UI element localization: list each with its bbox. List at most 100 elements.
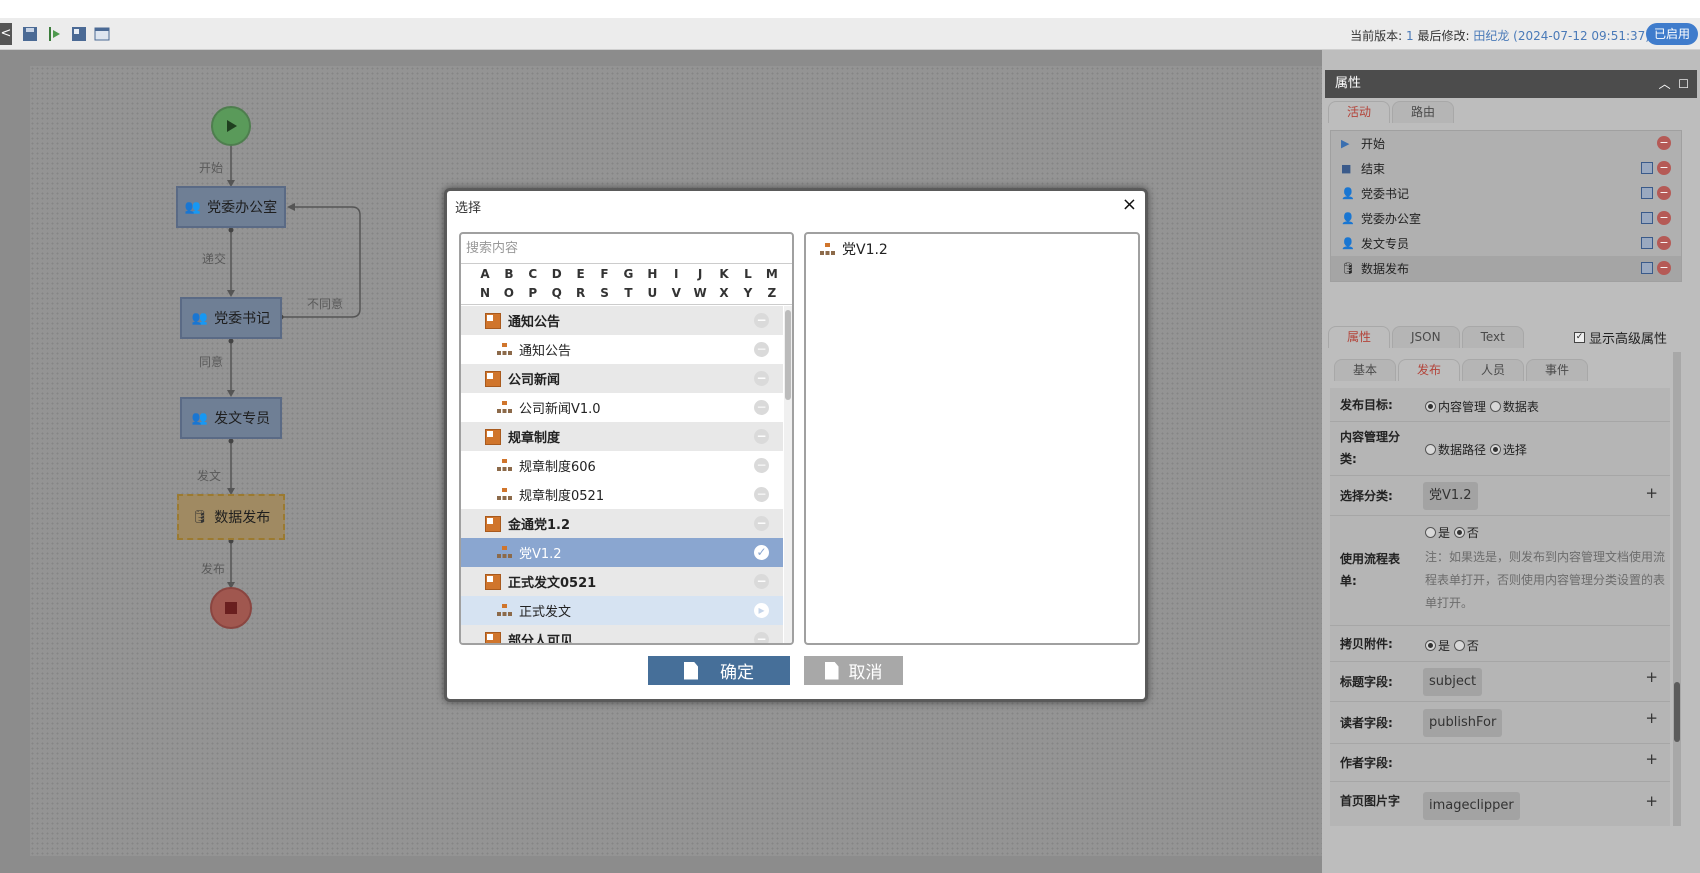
collapse-icon[interactable]: − — [754, 313, 769, 328]
tab-people[interactable]: 人员 — [1462, 359, 1525, 381]
category-chip[interactable]: 党V1.2 — [1423, 482, 1478, 510]
tree-item[interactable]: 党V1.2 ✓ — [461, 538, 783, 567]
show-advanced[interactable]: ✓ 显示高级属性 — [1574, 328, 1667, 347]
status-badge[interactable]: 已启用 — [1645, 23, 1698, 45]
tree-item[interactable]: 规章制度606 − — [461, 451, 783, 480]
letter-filter[interactable]: X — [714, 284, 734, 303]
delete-icon[interactable]: − — [1657, 261, 1671, 275]
radio-data-path[interactable] — [1425, 444, 1436, 455]
copy-icon[interactable] — [1641, 212, 1653, 224]
letter-filter[interactable]: L — [738, 265, 758, 284]
add-icon[interactable]: + — [1645, 792, 1658, 810]
letter-filter[interactable]: M — [762, 265, 782, 284]
tree-group[interactable]: 规章制度 − — [461, 422, 783, 451]
reader-chip[interactable]: publishFor — [1423, 709, 1503, 737]
add-icon[interactable]: + — [1645, 709, 1658, 727]
copy-icon[interactable] — [1641, 187, 1653, 199]
close-icon[interactable]: × — [1122, 194, 1137, 215]
letter-filter[interactable]: C — [523, 265, 543, 284]
letter-filter[interactable]: F — [595, 265, 615, 284]
tab-json[interactable]: JSON — [1392, 326, 1460, 348]
tree-group[interactable]: 正式发文0521 − — [461, 567, 783, 596]
tab-events[interactable]: 事件 — [1526, 359, 1589, 381]
copy-icon[interactable] — [1641, 237, 1653, 249]
tab-activity[interactable]: 活动 — [1328, 101, 1391, 123]
collapse-icon[interactable]: − — [754, 632, 769, 643]
collapse-icon[interactable]: − — [754, 342, 769, 357]
letter-filter[interactable]: K — [714, 265, 734, 284]
tab-basic[interactable]: 基本 — [1334, 359, 1397, 381]
add-icon[interactable]: + — [1645, 668, 1658, 686]
radio-yes[interactable] — [1425, 640, 1436, 651]
maximize-icon[interactable]: ☐ — [1678, 77, 1689, 91]
delete-icon[interactable]: − — [1657, 136, 1671, 150]
scroll-thumb[interactable] — [785, 310, 791, 400]
collapse-icon[interactable]: − — [754, 371, 769, 386]
letter-filter[interactable]: E — [571, 265, 591, 284]
title-chip[interactable]: subject — [1423, 668, 1483, 696]
tree-group[interactable]: 公司新闻 − — [461, 364, 783, 393]
tree-item[interactable]: 公司新闻V1.0 − — [461, 393, 783, 422]
letter-filter[interactable]: S — [595, 284, 615, 303]
letter-filter[interactable]: R — [571, 284, 591, 303]
list-item[interactable]: 👤 党委书记 − — [1331, 181, 1681, 206]
image-chip[interactable]: imageclipper — [1423, 792, 1520, 820]
flow-node-secretary[interactable]: 👥 党委书记 — [180, 297, 282, 339]
letter-filter[interactable]: Q — [547, 284, 567, 303]
letter-filter[interactable]: P — [523, 284, 543, 303]
delete-icon[interactable]: − — [1657, 161, 1671, 175]
radio-no[interactable] — [1453, 527, 1465, 538]
expand-icon[interactable]: ▸ — [754, 603, 769, 618]
list-item[interactable]: 👤 发文专员 − — [1331, 231, 1681, 256]
collapse-icon[interactable]: − — [754, 400, 769, 415]
copy-icon[interactable] — [1641, 162, 1653, 174]
letter-filter[interactable]: T — [618, 284, 638, 303]
form-scrollbar[interactable] — [1673, 352, 1681, 826]
radio-select[interactable] — [1489, 444, 1501, 455]
list-item[interactable]: ■ 结束 − — [1331, 156, 1681, 181]
flow-node-publisher[interactable]: 👥 发文专员 — [180, 397, 282, 439]
list-item[interactable]: ▶ 开始 − — [1331, 131, 1681, 156]
delete-icon[interactable]: − — [1657, 236, 1671, 250]
letter-filter[interactable]: D — [547, 265, 567, 284]
letter-filter[interactable]: B — [499, 265, 519, 284]
selected-item[interactable]: 党V1.2 — [820, 239, 888, 259]
collapse-icon[interactable]: − — [754, 487, 769, 502]
letter-filter[interactable]: A — [475, 265, 495, 284]
radio-data-table[interactable] — [1489, 401, 1501, 412]
tree-item[interactable]: 正式发文 ▸ — [461, 596, 783, 625]
add-icon[interactable]: + — [1645, 484, 1658, 502]
letter-filter[interactable]: W — [690, 284, 710, 303]
search-input[interactable]: 搜索内容 — [461, 234, 792, 264]
tab-text[interactable]: Text — [1461, 326, 1524, 348]
tree-group[interactable]: 金通党1.2 − — [461, 509, 783, 538]
delete-icon[interactable]: − — [1657, 186, 1671, 200]
letter-filter[interactable]: H — [642, 265, 662, 284]
letter-filter[interactable]: N — [475, 284, 495, 303]
letter-filter[interactable]: V — [666, 284, 686, 303]
cancel-button[interactable]: 取消 — [804, 656, 903, 685]
letter-filter[interactable]: U — [642, 284, 662, 303]
confirm-button[interactable]: 确定 — [648, 656, 790, 685]
letter-filter[interactable]: Z — [762, 284, 782, 303]
flow-node-office[interactable]: 👥 党委办公室 — [176, 186, 286, 228]
collapse-icon[interactable]: − — [754, 574, 769, 589]
tab-publish[interactable]: 发布 — [1398, 359, 1461, 381]
collapse-icon[interactable]: − — [754, 458, 769, 473]
flow-node-data-publish[interactable]: 🛢 数据发布 — [177, 494, 285, 540]
letter-filter[interactable]: J — [690, 265, 710, 284]
tree-group[interactable]: 通知公告 − — [461, 306, 783, 335]
collapse-icon[interactable]: − — [754, 429, 769, 444]
tab-properties[interactable]: 属性 — [1328, 326, 1391, 348]
check-icon[interactable]: ✓ — [754, 545, 769, 560]
end-node[interactable] — [210, 587, 252, 629]
list-item[interactable]: 👤 党委办公室 − — [1331, 206, 1681, 231]
tree-item[interactable]: 通知公告 − — [461, 335, 783, 364]
letter-filter[interactable]: I — [666, 265, 686, 284]
letter-filter[interactable]: O — [499, 284, 519, 303]
tree-scrollbar[interactable] — [784, 306, 792, 643]
start-node[interactable] — [211, 106, 251, 146]
list-item[interactable]: 🛢 数据发布 − — [1331, 256, 1681, 281]
scroll-thumb[interactable] — [1674, 682, 1680, 742]
delete-icon[interactable]: − — [1657, 211, 1671, 225]
